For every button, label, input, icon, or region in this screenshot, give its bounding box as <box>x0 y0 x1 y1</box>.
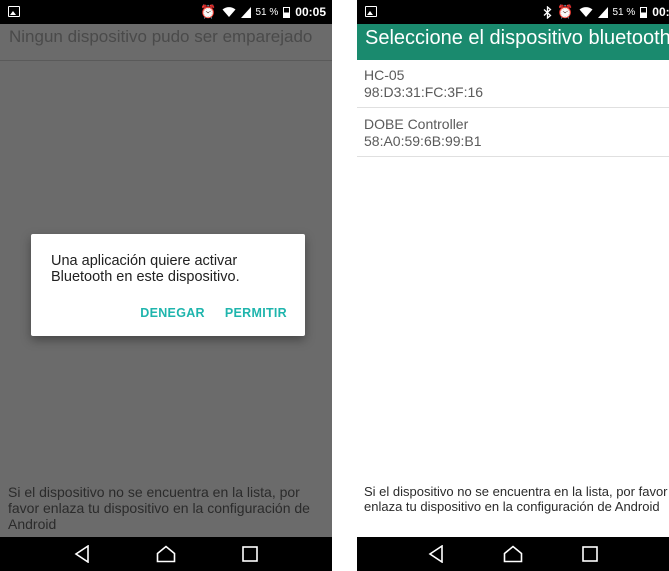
clock: 00:05 <box>295 5 326 19</box>
recents-icon <box>582 546 599 562</box>
battery-percent: 51 % <box>255 6 279 18</box>
battery-icon <box>283 6 291 18</box>
back-icon <box>428 545 443 563</box>
navigation-bar <box>0 537 332 571</box>
recents-button[interactable] <box>570 537 610 571</box>
back-button[interactable] <box>416 537 456 571</box>
battery-percent: 51 % <box>612 6 636 18</box>
app-bar: Seleccione el dispositivo bluetooth <box>357 24 669 60</box>
signal-icon <box>240 6 251 18</box>
dialog-message: Una aplicación quiere activar Bluetooth … <box>51 253 240 285</box>
alarm-icon: ⏰ <box>557 4 574 19</box>
page-title: Seleccione el dispositivo bluetooth <box>365 27 669 49</box>
status-bar: ⏰ 51 % 00:06 <box>357 0 669 24</box>
bluetooth-icon <box>543 5 552 19</box>
status-icons: ⏰ 51 % 00:06 <box>543 4 669 20</box>
list-item[interactable]: HC-05 98:D3:31:FC:3F:16 <box>357 62 669 108</box>
image-icon <box>365 6 377 17</box>
page-title: Ningun dispositivo pudo ser emparejado <box>9 27 313 46</box>
image-icon <box>8 6 20 17</box>
wifi-icon <box>222 7 235 17</box>
alarm-icon: ⏰ <box>200 4 217 19</box>
screen-select-device: ⏰ 51 % 00:06 Seleccione el dispositivo b… <box>357 0 669 571</box>
device-name: DOBE Controller <box>364 116 469 132</box>
help-text: Si el dispositivo no se encuentra en la … <box>364 484 668 514</box>
bluetooth-permission-dialog: Una aplicación quiere activar Bluetooth … <box>31 234 305 336</box>
clock: 00:06 <box>652 5 669 19</box>
back-button[interactable] <box>62 537 102 571</box>
wifi-icon <box>579 7 592 17</box>
device-address: 58:A0:59:6B:99:B1 <box>364 133 482 149</box>
recents-icon <box>242 546 258 562</box>
divider <box>0 60 332 61</box>
back-icon <box>74 545 89 563</box>
device-name: HC-05 <box>364 67 405 83</box>
deny-button[interactable]: DENEGAR <box>140 306 205 320</box>
recents-button[interactable] <box>230 537 270 571</box>
navigation-bar <box>357 537 669 571</box>
home-icon <box>503 545 523 563</box>
home-button[interactable] <box>146 537 186 571</box>
screen-pairing-failed: ⏰ 51 % 00:05 Ningun dispositivo pudo ser… <box>0 0 332 571</box>
battery-icon <box>640 6 648 18</box>
home-icon <box>156 545 176 563</box>
signal-icon <box>597 6 608 18</box>
status-icons: ⏰ 51 % 00:05 <box>200 4 326 20</box>
device-address: 98:D3:31:FC:3F:16 <box>364 84 484 100</box>
home-button[interactable] <box>493 537 533 571</box>
allow-button[interactable]: PERMITIR <box>225 306 287 320</box>
list-item[interactable]: DOBE Controller 58:A0:59:6B:99:B1 <box>357 111 669 157</box>
help-text: Si el dispositivo no se encuentra en la … <box>8 484 310 532</box>
status-bar: ⏰ 51 % 00:05 <box>0 0 332 24</box>
